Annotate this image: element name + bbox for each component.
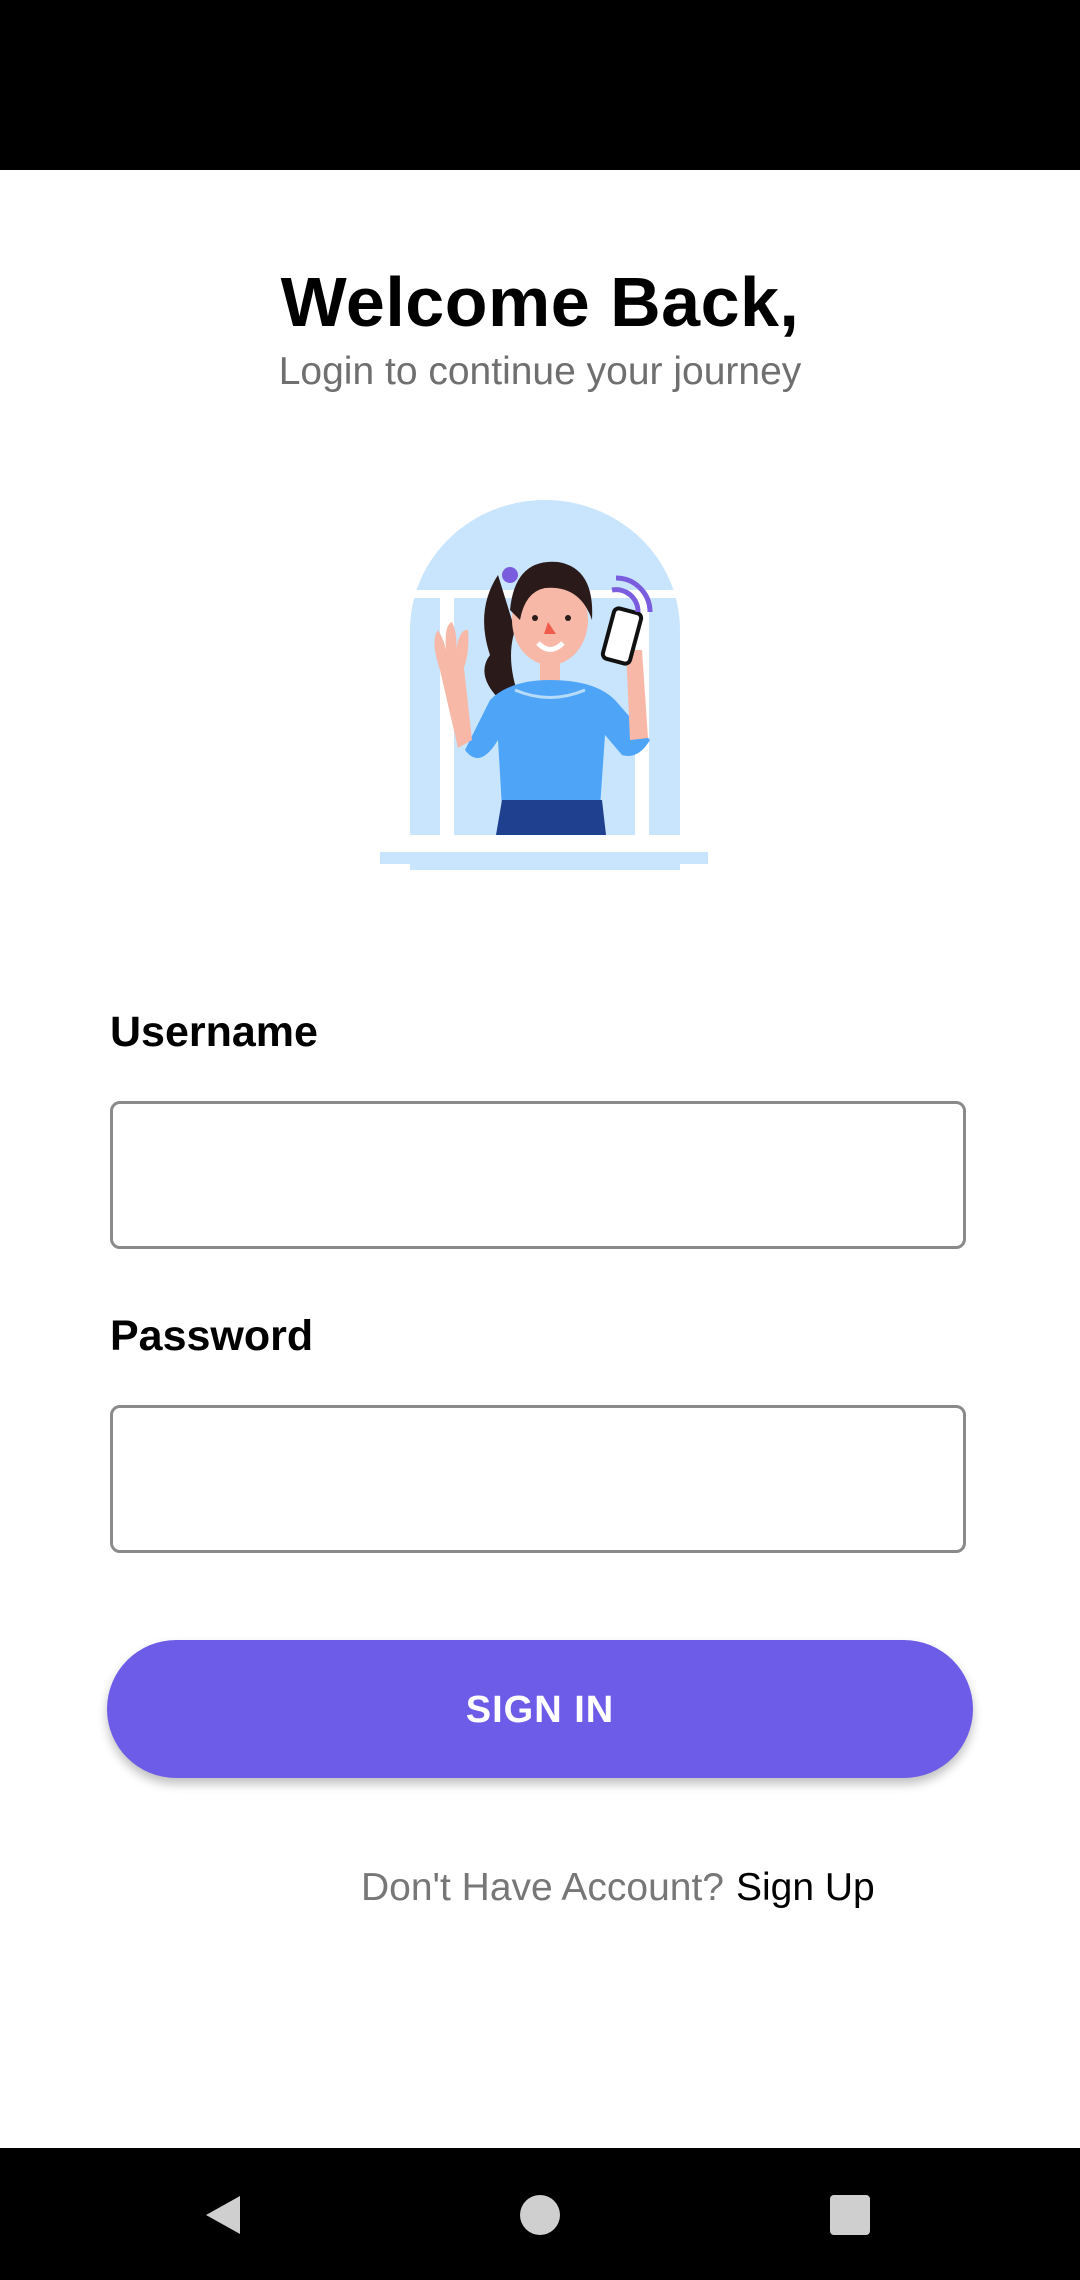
woman-waving-illustration — [380, 500, 708, 870]
login-screen: Welcome Back, Login to continue your jou… — [0, 170, 1080, 2148]
system-nav-bar — [0, 2148, 1080, 2280]
page-subtitle: Login to continue your journey — [278, 350, 802, 393]
page-title: Welcome Back, — [280, 263, 800, 341]
sign-in-button[interactable]: SIGN IN — [107, 1640, 973, 1778]
device-frame: Welcome Back, Login to continue your jou… — [0, 0, 1080, 2280]
signup-row: Don't Have Account? Sign Up — [361, 1866, 875, 1910]
username-label: Username — [110, 1008, 318, 1056]
password-label: Password — [110, 1312, 314, 1360]
sign-up-link[interactable]: Sign Up — [736, 1866, 875, 1909]
signup-prompt: Don't Have Account? — [361, 1866, 724, 1909]
home-icon[interactable] — [515, 2190, 565, 2240]
username-input[interactable] — [110, 1101, 966, 1249]
password-input[interactable] — [110, 1405, 966, 1553]
recents-icon[interactable] — [825, 2190, 875, 2240]
back-icon[interactable] — [200, 2190, 250, 2240]
status-bar — [0, 0, 1080, 170]
